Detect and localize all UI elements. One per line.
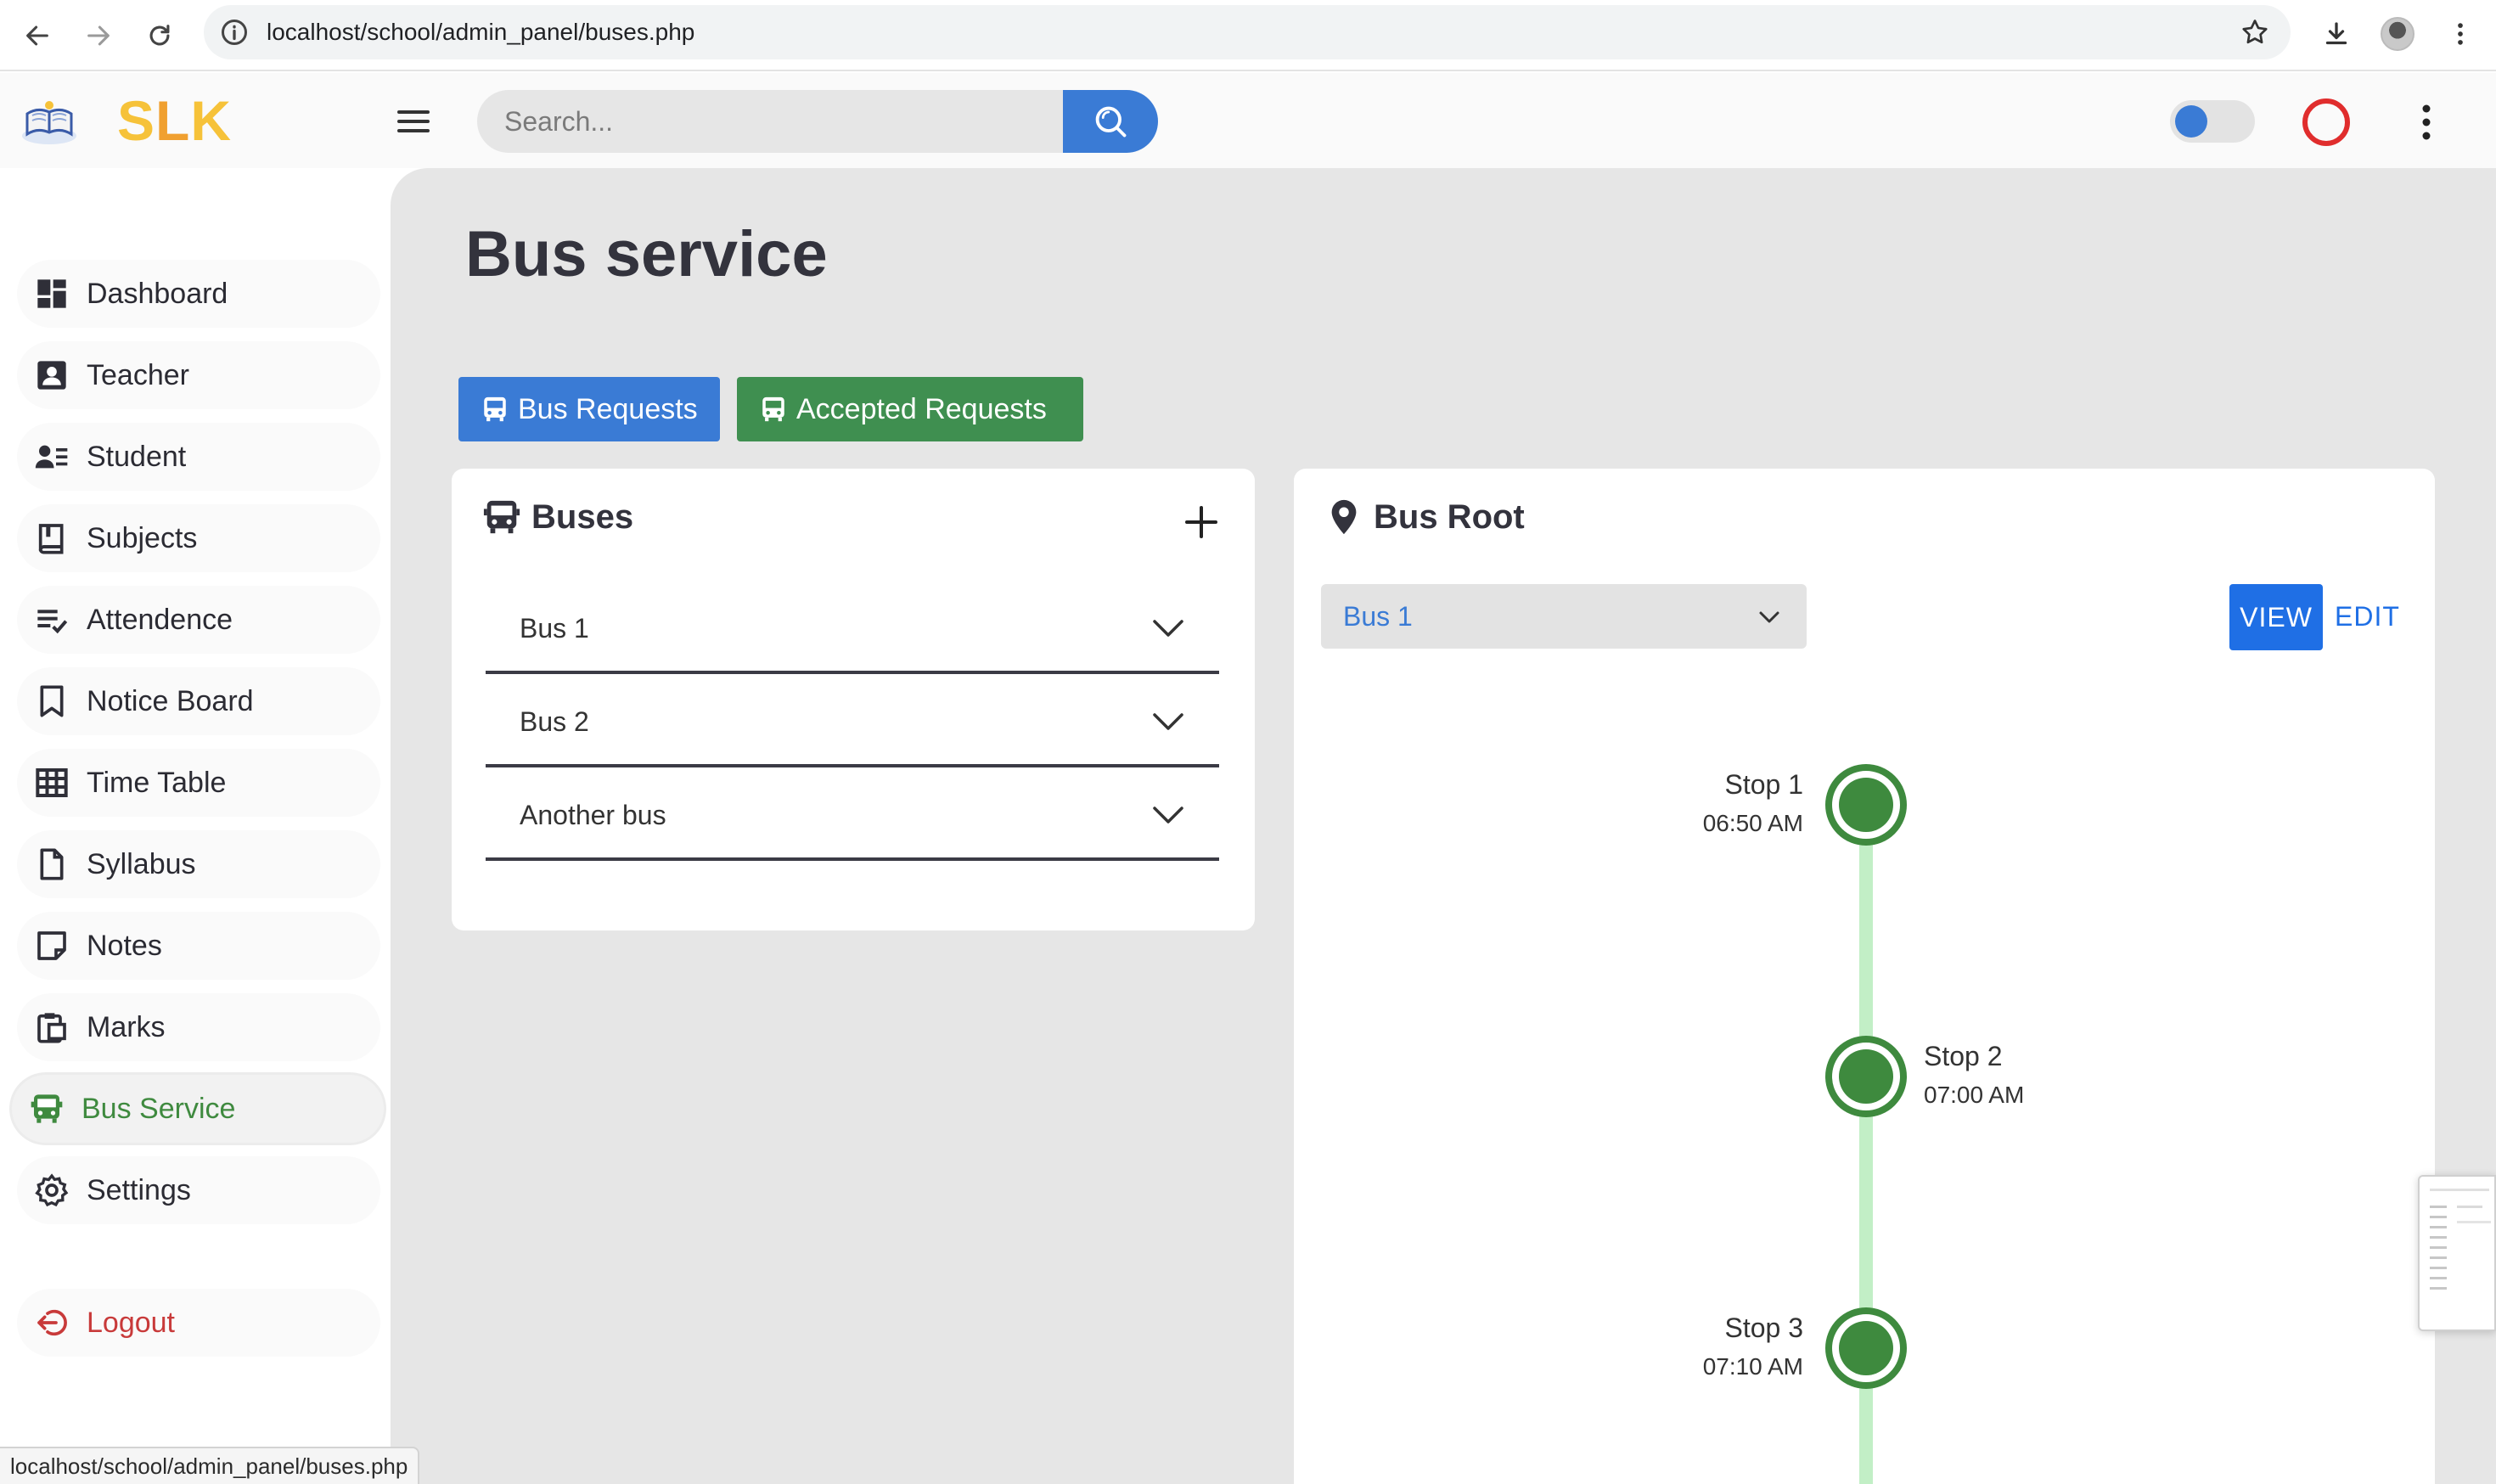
bus-root-card: Bus Root Bus 1 VIEW EDIT Stop 1 06:50 AM… [1294,469,2435,1484]
logout-label: Logout [87,1306,175,1339]
bus-requests-label: Bus Requests [518,392,698,425]
app-logo-text[interactable]: SLK [117,88,232,153]
gear-icon [34,1172,70,1208]
stop-node[interactable] [1825,764,1907,846]
map-pin-icon [1331,499,1357,535]
stop-name: Stop 1 [1724,769,1803,800]
back-icon[interactable] [17,15,58,56]
sidebar-item-label: Dashboard [87,277,228,310]
sidebar-item-notes[interactable]: Notes [17,912,380,980]
chevron-down-icon[interactable] [1151,801,1185,829]
sidebar-item-teacher[interactable]: Teacher [17,341,380,409]
app-header: SLK [0,73,2496,168]
table-icon [34,765,70,801]
sidebar-item-subjects[interactable]: Subjects [17,504,380,572]
sidebar-item-dashboard[interactable]: Dashboard [17,260,380,328]
bus-icon [484,396,506,422]
notification-ring-icon[interactable] [2302,98,2350,146]
sidebar: Dashboard Teacher Student Subjects Atten… [0,168,391,1484]
search-input[interactable] [477,90,1071,153]
logout-button[interactable]: Logout [17,1289,380,1357]
bus-icon [483,500,520,534]
bus-select-value: Bus 1 [1343,601,1413,632]
bookmark-star-icon[interactable] [2240,17,2270,48]
sidebar-item-label: Attendence [87,603,233,636]
more-options-icon[interactable] [2409,102,2443,143]
sidebar-item-syllabus[interactable]: Syllabus [17,830,380,898]
list-item[interactable]: Bus 2 [486,674,1219,767]
search-button[interactable] [1063,90,1158,153]
browser-menu-icon[interactable] [2442,15,2479,53]
screenshot-thumbnail[interactable] [2418,1175,2496,1331]
school-logo-icon [22,101,76,144]
list-item[interactable]: Another bus [486,767,1219,861]
buses-card: Buses Bus 1 Bus 2 Another bus [452,469,1255,930]
sidebar-item-attendence[interactable]: Attendence [17,586,380,654]
sidebar-item-label: Teacher [87,358,189,391]
stop-node[interactable] [1825,1036,1907,1117]
page-title: Bus service [465,218,828,290]
list-item[interactable]: Bus 1 [486,581,1219,674]
sidebar-item-label: Syllabus [87,847,196,880]
address-bar[interactable]: localhost/school/admin_panel/buses.php [204,5,2291,59]
teacher-icon [34,357,70,393]
student-icon [34,439,70,475]
sticky-note-icon [34,928,70,964]
sidebar-item-label: Student [87,440,187,473]
buses-card-title: Buses [482,497,633,537]
sidebar-item-label: Time Table [87,766,227,799]
chevron-down-icon[interactable] [1151,708,1185,735]
sidebar-item-student[interactable]: Student [17,423,380,491]
view-button[interactable]: VIEW [2229,584,2323,650]
sidebar-item-time-table[interactable]: Time Table [17,749,380,817]
stop-time: 07:00 AM [1924,1082,2025,1108]
forward-icon[interactable] [78,15,119,56]
url-text[interactable]: localhost/school/admin_panel/buses.php [267,19,694,46]
dashboard-icon [34,276,70,312]
accepted-requests-button[interactable]: Accepted Requests [737,377,1083,441]
theme-toggle[interactable] [2170,100,2255,143]
bus-icon [762,396,784,422]
main-content: Bus service Bus Requests Accepted Reques… [391,168,2496,1484]
chevron-down-icon[interactable] [1151,615,1185,642]
sidebar-item-label: Notice Board [87,684,254,717]
bus-requests-button[interactable]: Bus Requests [458,377,720,441]
sidebar-item-label: Bus Service [82,1092,236,1125]
site-info-icon[interactable] [219,17,250,48]
stop-name: Stop 3 [1724,1313,1803,1343]
add-bus-icon[interactable] [1183,504,1219,540]
sidebar-item-settings[interactable]: Settings [17,1156,380,1224]
stop-time: 06:50 AM [1702,810,1803,836]
stop-name: Stop 2 [1924,1041,2003,1071]
clipboard-icon [34,1009,70,1045]
sidebar-item-label: Notes [87,929,162,962]
edit-button[interactable]: EDIT [2335,601,2400,632]
stop-time: 07:10 AM [1702,1353,1803,1380]
stop-node[interactable] [1825,1307,1907,1389]
sidebar-item-bus-service[interactable]: Bus Service [12,1075,384,1143]
search-icon [1095,106,1127,138]
book-icon [34,520,70,556]
search-bar [477,90,1158,153]
chevron-down-icon [1759,611,1779,623]
reload-icon[interactable] [139,15,180,56]
status-bar-url: localhost/school/admin_panel/buses.php [0,1447,420,1484]
logout-icon [34,1305,70,1341]
sidebar-item-label: Settings [87,1173,191,1206]
bus-icon [29,1091,65,1127]
bookmark-icon [34,683,70,719]
browser-toolbar: localhost/school/admin_panel/buses.php [0,0,2496,71]
download-icon[interactable] [2318,15,2355,53]
sidebar-item-notice-board[interactable]: Notice Board [17,667,380,735]
bus-root-card-title: Bus Root [1324,497,1525,537]
sidebar-item-marks[interactable]: Marks [17,993,380,1061]
bus-select-dropdown[interactable]: Bus 1 [1321,584,1807,649]
accepted-requests-label: Accepted Requests [796,392,1047,425]
sidebar-item-label: Marks [87,1010,166,1043]
document-icon [34,846,70,882]
checklist-icon [34,602,70,638]
sidebar-item-label: Subjects [87,521,198,554]
hamburger-menu-icon[interactable] [396,104,431,139]
profile-avatar[interactable] [2379,15,2416,53]
